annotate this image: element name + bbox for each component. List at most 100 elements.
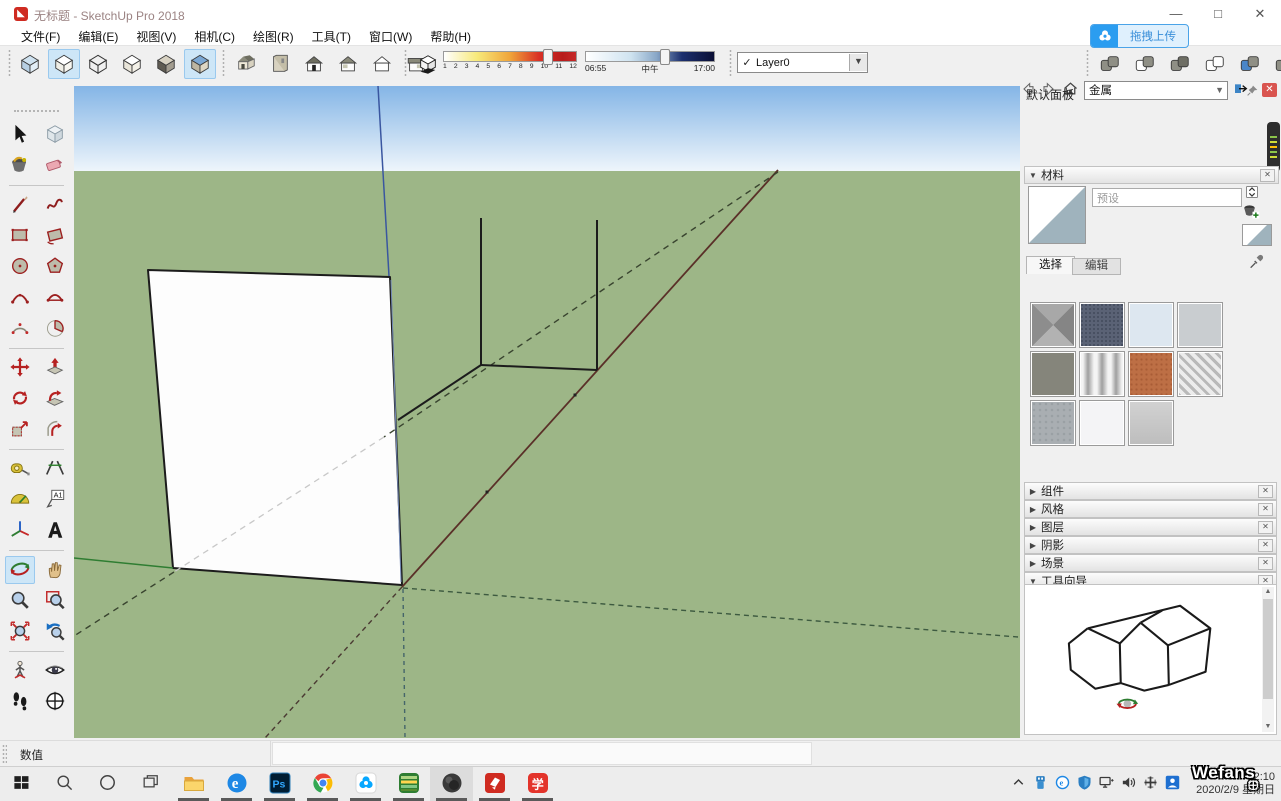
outer-shell-button[interactable] bbox=[1094, 49, 1126, 79]
rotated-rectangle-tool[interactable] bbox=[40, 222, 70, 250]
subtract-button[interactable] bbox=[1199, 49, 1231, 79]
axes-tool[interactable] bbox=[5, 517, 35, 545]
taskbar-file-explorer[interactable] bbox=[172, 767, 215, 801]
tray-usb[interactable] bbox=[1029, 767, 1051, 801]
taskbar-xue-app[interactable]: 学 bbox=[516, 767, 559, 801]
split-button[interactable] bbox=[1269, 49, 1281, 79]
protractor-tool[interactable] bbox=[5, 486, 35, 514]
tray-volume[interactable] bbox=[1117, 767, 1139, 801]
iso-view-button[interactable] bbox=[230, 49, 262, 79]
zoom-window-tool[interactable] bbox=[40, 587, 70, 615]
scroll-down-icon[interactable]: ▼ bbox=[1262, 722, 1274, 732]
taskbar-baidu-netdisk[interactable] bbox=[344, 767, 387, 801]
line-tool[interactable] bbox=[5, 191, 35, 219]
menu-draw[interactable]: 绘图(R) bbox=[244, 28, 303, 45]
face-style-shaded-with-textures[interactable] bbox=[184, 49, 216, 79]
front-view-button[interactable] bbox=[298, 49, 330, 79]
measurement-input[interactable] bbox=[272, 742, 812, 765]
scale-tool[interactable] bbox=[5, 416, 35, 444]
section-阴影[interactable]: ▶阴影✕ bbox=[1024, 536, 1277, 554]
triangle-right-icon[interactable]: ▶ bbox=[1025, 523, 1041, 532]
section-close-icon[interactable]: ✕ bbox=[1258, 557, 1273, 570]
collapse-triangle-icon[interactable]: ▼ bbox=[1025, 171, 1041, 180]
intersect-button[interactable] bbox=[1129, 49, 1161, 79]
viewport[interactable] bbox=[74, 86, 1020, 738]
tray-chevron-up[interactable] bbox=[1007, 767, 1029, 801]
look-around-tool[interactable] bbox=[40, 657, 70, 685]
layer-dropdown[interactable]: ✓ Layer0 ▼ bbox=[737, 52, 868, 73]
date-slider-handle[interactable] bbox=[543, 49, 553, 65]
rotate-tool[interactable] bbox=[5, 385, 35, 413]
maximize-button[interactable]: □ bbox=[1197, 0, 1239, 27]
materials-close-icon[interactable]: ✕ bbox=[1260, 169, 1275, 182]
section-close-icon[interactable]: ✕ bbox=[1258, 539, 1273, 552]
shadow-time-slider[interactable]: 06:55 中午 17:00 bbox=[585, 51, 715, 75]
close-button[interactable]: ✕ bbox=[1239, 0, 1281, 27]
taskbar-start[interactable] bbox=[0, 767, 43, 801]
top-view-button[interactable] bbox=[264, 49, 296, 79]
material-category-select[interactable]: 金属 ▼ bbox=[1084, 81, 1228, 100]
zoom-tool[interactable] bbox=[5, 587, 35, 615]
paint-bucket-tool[interactable] bbox=[5, 152, 35, 180]
drag-upload-button[interactable]: 拖拽上传 bbox=[1090, 24, 1189, 48]
material-pale-blue-metal[interactable] bbox=[1128, 302, 1174, 348]
toolbar-grip[interactable] bbox=[222, 49, 225, 76]
zoom-extents-tool[interactable] bbox=[5, 618, 35, 646]
pan-tool[interactable] bbox=[40, 556, 70, 584]
tape-measure-tool[interactable] bbox=[5, 455, 35, 483]
layer-dropdown-arrow-icon[interactable]: ▼ bbox=[849, 54, 867, 71]
make-component-tool[interactable] bbox=[40, 121, 70, 149]
toolbar-grip[interactable] bbox=[729, 49, 732, 76]
trim-button[interactable] bbox=[1234, 49, 1266, 79]
eraser-tool[interactable] bbox=[40, 152, 70, 180]
material-brushed-aluminum[interactable] bbox=[1128, 400, 1174, 446]
time-slider-handle[interactable] bbox=[660, 49, 670, 65]
pin-icon[interactable] bbox=[1246, 84, 1259, 100]
arc-3-point-tool[interactable] bbox=[5, 315, 35, 343]
viewport-canvas[interactable] bbox=[74, 86, 1020, 738]
toolbar-grip[interactable] bbox=[8, 49, 11, 76]
section-组件[interactable]: ▶组件✕ bbox=[1024, 482, 1277, 500]
back-material-swatch[interactable] bbox=[1242, 224, 1272, 246]
menu-file[interactable]: 文件(F) bbox=[12, 28, 69, 45]
taskbar-sketchup[interactable] bbox=[473, 767, 516, 801]
material-diamond-plate-silver[interactable] bbox=[1177, 351, 1223, 397]
menu-tools[interactable]: 工具(T) bbox=[303, 28, 360, 45]
taskbar-task-view[interactable] bbox=[129, 767, 172, 801]
taskbar-edge-browser[interactable]: e bbox=[215, 767, 258, 801]
orbit-tool[interactable] bbox=[5, 556, 35, 584]
tab-select[interactable]: 选择 bbox=[1026, 256, 1075, 274]
tray-shield[interactable] bbox=[1073, 767, 1095, 801]
freehand-tool[interactable] bbox=[40, 191, 70, 219]
palette-grip[interactable] bbox=[14, 110, 59, 115]
taskbar-cortana[interactable] bbox=[86, 767, 129, 801]
face-style-wireframe[interactable] bbox=[82, 49, 114, 79]
dimension-tool[interactable] bbox=[40, 455, 70, 483]
triangle-right-icon[interactable]: ▶ bbox=[1025, 487, 1041, 496]
triangle-right-icon[interactable]: ▶ bbox=[1025, 541, 1041, 550]
material-name-field[interactable]: 预设 bbox=[1092, 188, 1242, 207]
shadow-dialog-button[interactable] bbox=[412, 49, 444, 79]
create-material-button[interactable] bbox=[1242, 202, 1260, 223]
face-style-shaded[interactable] bbox=[150, 49, 182, 79]
offset-tool[interactable] bbox=[40, 416, 70, 444]
walk-tool[interactable] bbox=[5, 688, 35, 716]
back-view-button[interactable] bbox=[366, 49, 398, 79]
taskbar-search[interactable] bbox=[43, 767, 86, 801]
menu-camera[interactable]: 相机(C) bbox=[185, 28, 244, 45]
tray-close-button[interactable]: ✕ bbox=[1262, 83, 1277, 97]
face-style-xray[interactable] bbox=[14, 49, 46, 79]
instructor-scrollbar[interactable]: ▲ ▼ bbox=[1262, 587, 1274, 732]
section-close-icon[interactable]: ✕ bbox=[1258, 521, 1273, 534]
pie-tool[interactable] bbox=[40, 315, 70, 343]
materials-section-header[interactable]: ▼ 材料 ✕ bbox=[1024, 166, 1279, 184]
face-style-hidden-line[interactable] bbox=[116, 49, 148, 79]
move-tool[interactable] bbox=[5, 354, 35, 382]
triangle-right-icon[interactable]: ▶ bbox=[1025, 505, 1041, 514]
material-gunmetal[interactable] bbox=[1030, 351, 1076, 397]
follow-me-tool[interactable] bbox=[40, 385, 70, 413]
section-close-icon[interactable]: ✕ bbox=[1258, 503, 1273, 516]
sample-paint-eyedropper-icon[interactable] bbox=[1248, 254, 1264, 273]
material-corrugated-silver[interactable] bbox=[1079, 351, 1125, 397]
tray-network[interactable] bbox=[1095, 767, 1117, 801]
